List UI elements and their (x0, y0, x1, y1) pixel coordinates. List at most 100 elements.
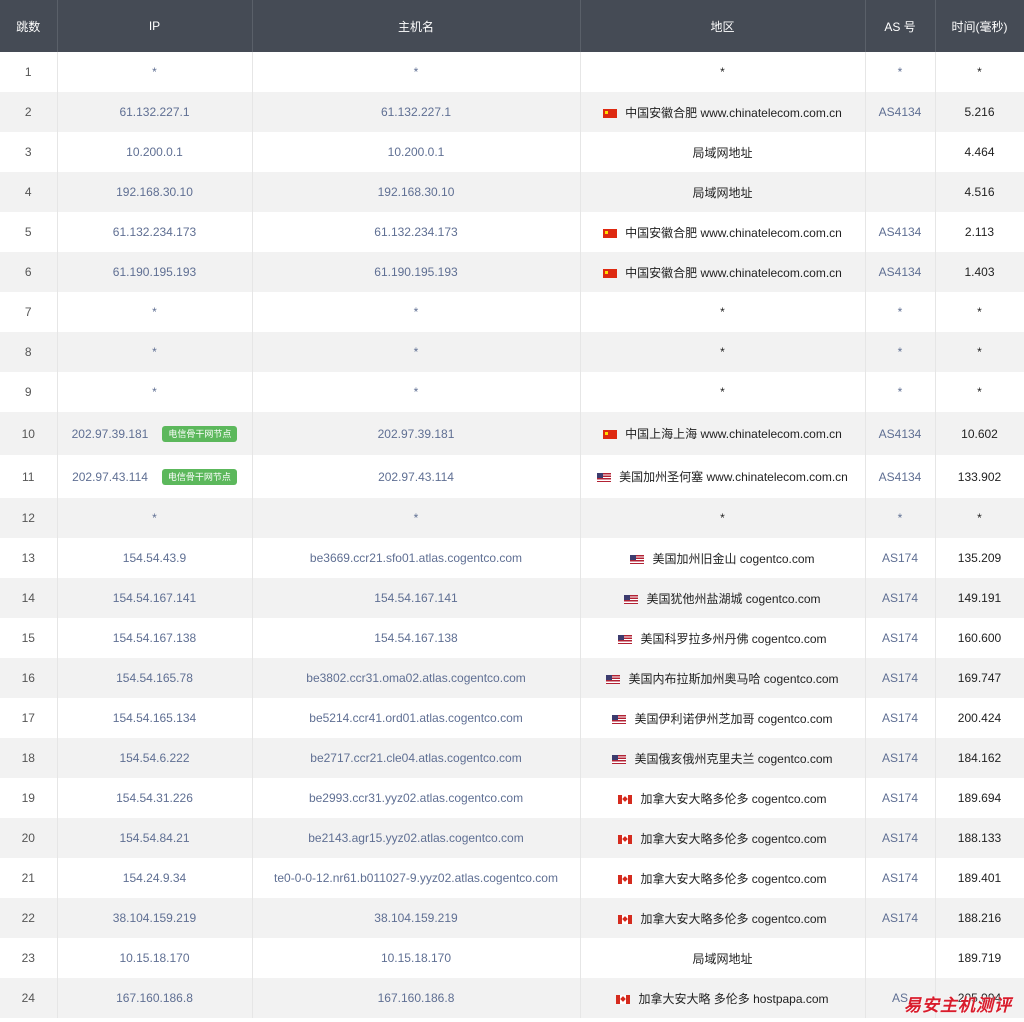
header-hostname[interactable]: 主机名 (252, 0, 581, 52)
region-cell: * (580, 332, 866, 372)
time-cell: 10.602 (935, 412, 1024, 455)
time-cell: 4.516 (935, 172, 1024, 212)
table-row: 1 * * * * * (0, 52, 1024, 92)
hop-cell: 10 (0, 412, 58, 455)
header-region[interactable]: 地区 (580, 0, 866, 52)
ip-cell[interactable]: * (57, 332, 253, 372)
ip-cell[interactable]: * (57, 372, 253, 412)
ip-cell[interactable]: 38.104.159.219 (57, 898, 253, 938)
hop-cell: 14 (0, 578, 58, 618)
table-row: 7 * * * * * (0, 292, 1024, 332)
hop-cell: 21 (0, 858, 58, 898)
as-cell: AS4134 (865, 412, 936, 455)
region-cell: 美国科罗拉多州丹佛 cogentco.com (580, 618, 866, 658)
ip-cell[interactable]: 154.54.31.226 (57, 778, 253, 818)
ip-cell[interactable]: 154.54.165.78 (57, 658, 253, 698)
ip-cell[interactable]: 154.54.167.138 (57, 618, 253, 658)
region-text: 美国加州旧金山 cogentco.com (652, 551, 815, 566)
ip-cell[interactable]: 61.132.234.173 (57, 212, 253, 252)
region-cell: * (580, 292, 866, 332)
hostname-cell: be2993.ccr31.yyz02.atlas.cogentco.com (252, 778, 581, 818)
ip-cell[interactable]: 167.160.186.8 (57, 978, 253, 1018)
hostname-cell: be5214.ccr41.ord01.atlas.cogentco.com (252, 698, 581, 738)
hop-cell: 5 (0, 212, 58, 252)
ip-address[interactable]: 202.97.39.181 (72, 427, 149, 441)
region-cell: 美国伊利诺伊州芝加哥 cogentco.com (580, 698, 866, 738)
as-cell: * (865, 372, 936, 412)
as-cell: AS174 (865, 578, 936, 618)
as-cell: AS174 (865, 658, 936, 698)
traceroute-table: 跳数 IP 主机名 地区 AS 号 时间(毫秒) 1 * * * * * 2 61.132.2… (0, 0, 1024, 1018)
header-hop[interactable]: 跳数 (0, 0, 58, 52)
ip-cell: 202.97.39.181 电信骨干网节点 (57, 412, 253, 455)
ip-cell[interactable]: 10.15.18.170 (57, 938, 253, 978)
table-header-row: 跳数 IP 主机名 地区 AS 号 时间(毫秒) (0, 0, 1024, 52)
hostname-cell: 192.168.30.10 (252, 172, 581, 212)
ip-cell[interactable]: 10.200.0.1 (57, 132, 253, 172)
as-cell: AS174 (865, 698, 936, 738)
as-cell: AS4134 (865, 212, 936, 252)
as-cell: AS4134 (865, 252, 936, 292)
table-row: 12 * * * * * (0, 498, 1024, 538)
as-cell: * (865, 498, 936, 538)
ca-flag-icon (618, 914, 633, 924)
hop-cell: 20 (0, 818, 58, 858)
time-cell: 4.464 (935, 132, 1024, 172)
time-cell: 2.113 (935, 212, 1024, 252)
ip-cell[interactable]: * (57, 498, 253, 538)
ip-cell[interactable]: 154.24.9.34 (57, 858, 253, 898)
time-cell: 169.747 (935, 658, 1024, 698)
as-cell: AS174 (865, 738, 936, 778)
hostname-cell: 202.97.43.114 (252, 455, 581, 498)
as-cell (865, 172, 936, 212)
table-row: 21 154.24.9.34 te0-0-0-12.nr61.b011027-9.y… (0, 858, 1024, 898)
region-text: 加拿大安大略多伦多 cogentco.com (640, 871, 827, 886)
as-cell: AS174 (865, 898, 936, 938)
region-text: * (720, 511, 725, 525)
region-text: * (720, 345, 725, 359)
time-cell: 1.403 (935, 252, 1024, 292)
time-cell: 188.133 (935, 818, 1024, 858)
ip-cell[interactable]: 154.54.43.9 (57, 538, 253, 578)
region-text: 局域网地址 (692, 185, 753, 200)
region-text: 加拿大安大略多伦多 cogentco.com (640, 911, 827, 926)
table-row: 13 154.54.43.9 be3669.ccr21.sfo01.atlas.co… (0, 538, 1024, 578)
ip-cell[interactable]: 192.168.30.10 (57, 172, 253, 212)
ip-cell[interactable]: * (57, 52, 253, 92)
table-row: 3 10.200.0.1 10.200.0.1 局域网地址 4.464 (0, 132, 1024, 172)
ip-cell[interactable]: 154.54.6.222 (57, 738, 253, 778)
region-text: 中国安徽合肥 www.chinatelecom.com.cn (625, 265, 842, 280)
region-cell: 中国安徽合肥 www.chinatelecom.com.cn (580, 252, 866, 292)
time-cell: 188.216 (935, 898, 1024, 938)
region-text: 美国伊利诺伊州芝加哥 cogentco.com (634, 711, 833, 726)
ip-cell[interactable]: 61.132.227.1 (57, 92, 253, 132)
header-time[interactable]: 时间(毫秒) (935, 0, 1024, 52)
ip-cell[interactable]: 154.54.165.134 (57, 698, 253, 738)
hostname-cell: 154.54.167.141 (252, 578, 581, 618)
hostname-cell: 167.160.186.8 (252, 978, 581, 1018)
table-row: 18 154.54.6.222 be2717.ccr21.cle04.atlas.c… (0, 738, 1024, 778)
time-cell: 149.191 (935, 578, 1024, 618)
ip-cell[interactable]: 61.190.195.193 (57, 252, 253, 292)
region-text: 加拿大安大略多伦多 cogentco.com (640, 791, 827, 806)
hop-cell: 16 (0, 658, 58, 698)
ip-cell[interactable]: * (57, 292, 253, 332)
as-cell: AS4134 (865, 92, 936, 132)
header-as[interactable]: AS 号 (865, 0, 936, 52)
as-cell: AS174 (865, 778, 936, 818)
table-row: 23 10.15.18.170 10.15.18.170 局域网地址 189.719 (0, 938, 1024, 978)
time-cell: * (935, 498, 1024, 538)
region-text: 局域网地址 (692, 145, 753, 160)
ip-address[interactable]: 202.97.43.114 (72, 470, 148, 484)
time-cell: 5.216 (935, 92, 1024, 132)
ip-cell[interactable]: 154.54.167.141 (57, 578, 253, 618)
ip-cell[interactable]: 154.54.84.21 (57, 818, 253, 858)
time-cell: 189.694 (935, 778, 1024, 818)
hop-cell: 22 (0, 898, 58, 938)
hop-cell: 11 (0, 455, 58, 498)
region-text: 美国内布拉斯加州奥马哈 cogentco.com (628, 671, 839, 686)
hop-cell: 8 (0, 332, 58, 372)
hostname-cell: be3669.ccr21.sfo01.atlas.cogentco.com (252, 538, 581, 578)
time-cell: 184.162 (935, 738, 1024, 778)
header-ip[interactable]: IP (57, 0, 253, 52)
